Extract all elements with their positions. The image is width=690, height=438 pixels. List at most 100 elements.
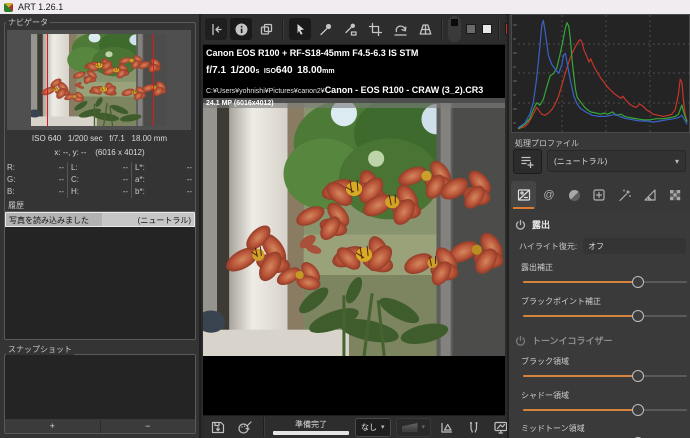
profile-select[interactable]: (ニュートラル) ▾ — [547, 150, 686, 172]
processing-profile-title: 処理プロファイル — [515, 138, 579, 149]
tab-transform[interactable] — [637, 181, 662, 209]
b-label: B: — [7, 186, 15, 198]
highlight-clipping-toggle[interactable] — [480, 23, 493, 36]
view-guide-right — [153, 34, 154, 126]
snapshots-list[interactable] — [5, 355, 195, 419]
history-entry-label: 写真を読み込みました — [6, 213, 102, 226]
transform-tab-icon — [642, 187, 658, 203]
thumbnail-photo — [31, 34, 167, 126]
file-name: Canon - EOS R100 - CRAW (3_2).CR3 — [325, 85, 484, 95]
power-icon — [515, 219, 526, 230]
before-after-button[interactable] — [255, 18, 277, 40]
navigator-thumbnail[interactable] — [31, 34, 167, 126]
remove-snapshot-button[interactable]: − — [100, 420, 196, 433]
tab-raw[interactable] — [663, 181, 688, 209]
power-icon — [515, 335, 526, 346]
straighten-tool-button[interactable] — [389, 18, 411, 40]
slider-fill — [523, 315, 638, 317]
shadow-clipping-toggle[interactable] — [464, 23, 477, 36]
exposure-section-title: 露出 — [532, 218, 550, 231]
add-snapshot-button[interactable]: + — [5, 420, 100, 433]
highlight-reconstruction-select[interactable]: オフ — [583, 238, 686, 254]
tab-local-editing[interactable] — [587, 181, 612, 209]
profile-fill-icon — [519, 154, 536, 169]
toolbar-separator — [441, 19, 443, 39]
g-value: -- — [15, 174, 64, 186]
gamut-check-button[interactable] — [436, 418, 458, 437]
bstar-label: b*: — [135, 186, 145, 198]
tone-equalizer-section-header[interactable]: トーンイコライザー — [515, 334, 613, 347]
curve-mode-select[interactable]: ▾ — [396, 418, 432, 437]
iso-label: ISO — [264, 68, 276, 75]
exposure-compensation-slider[interactable] — [523, 275, 687, 289]
tool-panel: 露出 ハイライト復元: オフ 露出補正 ブラックポイント補正 トーンイコライザー… — [509, 210, 690, 438]
profile-fill-button[interactable] — [513, 149, 542, 174]
shutter-value: 1/200 — [230, 65, 255, 76]
history-entry-selected[interactable]: 写真を読み込みました (ニュートラル) — [5, 212, 195, 227]
window-title: ART 1.26.1 — [18, 2, 63, 12]
toolbar-separator — [282, 19, 284, 39]
slider-knob[interactable] — [632, 404, 644, 416]
profile-selected-value: (ニュートラル) — [554, 156, 675, 167]
tone-equalizer-section-title: トーンイコライザー — [532, 334, 613, 347]
tab-exposure[interactable] — [511, 181, 536, 209]
tab-effects[interactable] — [612, 181, 637, 209]
navigator-thumbnail-area — [7, 30, 191, 130]
color-label-select[interactable]: なし ▾ — [355, 418, 391, 437]
slider-fill — [523, 409, 638, 411]
photo-canvas[interactable] — [203, 103, 505, 356]
tab-color[interactable] — [562, 181, 587, 209]
aperture-value: f/7.1 — [206, 65, 226, 76]
r-value: -- — [15, 162, 64, 174]
hide-left-panel-button[interactable] — [205, 18, 227, 40]
slider-track — [523, 409, 687, 411]
wb-picker-tool-button[interactable] — [339, 18, 361, 40]
soft-proof-button[interactable] — [463, 418, 485, 437]
h-value: -- — [79, 186, 128, 198]
camera-lens-info: Canon EOS R100 + RF-S18-45mm F4.5-6.3 IS… — [206, 48, 483, 58]
exposure-section-header[interactable]: 露出 — [515, 218, 550, 231]
histogram-panel[interactable] — [511, 14, 690, 133]
slider-knob[interactable] — [632, 276, 644, 288]
color-picker-tool-button[interactable] — [314, 18, 336, 40]
slider-fill — [523, 375, 638, 377]
histogram-chart — [512, 15, 689, 132]
crop-icon — [368, 22, 383, 37]
save-image-button[interactable] — [207, 418, 229, 437]
crop-tool-button[interactable] — [364, 18, 386, 40]
blacks-area-slider[interactable] — [523, 369, 687, 383]
perspective-tool-button[interactable] — [414, 18, 436, 40]
detail-tab-icon: @ — [543, 190, 554, 201]
image-info-button[interactable] — [230, 18, 252, 40]
progress-bar — [273, 431, 349, 435]
tab-detail[interactable]: @ — [536, 181, 561, 209]
highlight-square-icon — [482, 24, 492, 34]
navigator-exif-line: ISO 640 1/200 sec f/7.1 18.00 mm — [0, 134, 199, 143]
midtones-area-label: ミッドトーン領域 — [521, 423, 585, 434]
file-path-info: C:¥Users¥yohnishi¥Pictures¥canon2¥Canon … — [206, 80, 483, 98]
shadows-area-label: シャドー領域 — [521, 390, 569, 401]
exposure-info: f/7.1 1/200s ISO640 18.00mm — [206, 60, 483, 78]
perspective-grid-icon — [418, 22, 433, 37]
navigator-coordinates: x: --, y: -- (6016 x 4012) — [0, 148, 199, 157]
highlight-reconstruction-label: ハイライト復元: — [519, 241, 577, 252]
lstar-label: L*: — [135, 162, 145, 174]
r-label: R: — [7, 162, 15, 174]
h-label: H: — [71, 186, 79, 198]
slider-knob[interactable] — [632, 310, 644, 322]
tool-tab-bar: @ — [511, 181, 688, 209]
black-point-slider[interactable] — [523, 309, 687, 323]
pointer-tool-button[interactable] — [289, 18, 311, 40]
megapixel-info: 24.1 MP (6016x4012) — [203, 100, 274, 107]
shadows-area-slider[interactable] — [523, 403, 687, 417]
external-editor-button[interactable] — [234, 418, 256, 437]
history-title: 履歴 — [6, 200, 26, 211]
slider-knob[interactable] — [632, 370, 644, 382]
exposure-tab-icon — [516, 187, 532, 203]
shadow-highlight-clipping-toggle[interactable] — [448, 16, 461, 42]
image-canvas-area[interactable]: Canon EOS R100 + RF-S18-45mm F4.5-6.3 IS… — [203, 45, 505, 415]
app-icon — [4, 3, 13, 12]
focal-length-value: 18.00 — [297, 65, 322, 76]
chevron-down-icon: ▾ — [675, 157, 679, 166]
status-text: 準備完了 — [295, 419, 327, 430]
